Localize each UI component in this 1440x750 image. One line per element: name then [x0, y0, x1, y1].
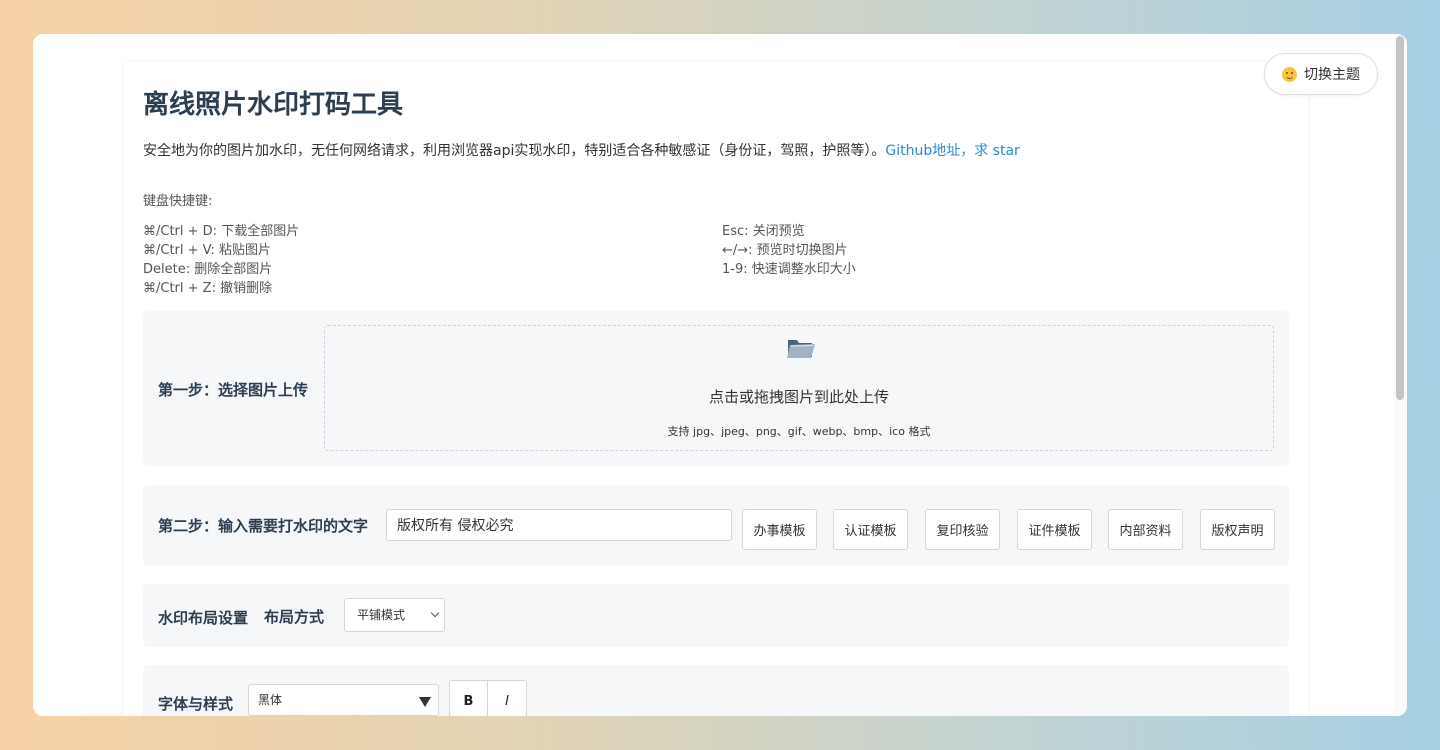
font-section: 字体与样式 黑体 B I [143, 665, 1289, 716]
theme-toggle-button[interactable]: 切换主题 [1264, 53, 1378, 95]
watermark-text-input[interactable] [386, 509, 732, 541]
step1-label: 第一步：选择图片上传 [158, 381, 309, 399]
upload-text: 点击或拖拽图片到此处上传 [708, 388, 889, 406]
main-card: 离线照片水印打码工具 安全地为你的图片加水印，无任何网络请求，利用浏览器api实… [124, 62, 1308, 716]
layout-mode-select[interactable]: 平铺模式 [344, 598, 445, 632]
page-description: 安全地为你的图片加水印，无任何网络请求，利用浏览器api实现水印，特别适合各种敏… [143, 140, 1020, 160]
shortcut-item: ←/→: 预览时切换图片 [722, 243, 848, 258]
italic-button[interactable]: I [488, 681, 526, 716]
upload-dropzone[interactable]: 点击或拖拽图片到此处上传 支持 jpg、jpeg、png、gif、webp、bm… [324, 325, 1274, 451]
step2-section: 第二步：输入需要打水印的文字 办事模板 认证模板 复印核验 证件模板 内部资料 … [143, 485, 1289, 566]
template-button[interactable]: 复印核验 [925, 509, 1000, 550]
font-family-value: 黑体 [258, 693, 283, 707]
layout-section: 水印布局设置 布局方式 平铺模式 [143, 584, 1289, 647]
shortcut-item: 1-9: 快速调整水印大小 [722, 262, 856, 277]
bold-button[interactable]: B [450, 681, 488, 716]
shortcut-item: ⌘/Ctrl + D: 下载全部图片 [143, 224, 300, 239]
step2-label: 第二步：输入需要打水印的文字 [158, 517, 369, 535]
page-title: 离线照片水印打码工具 [143, 90, 404, 120]
folder-icon [787, 340, 815, 358]
shortcuts-left-column: ⌘/Ctrl + D: 下载全部图片 ⌘/Ctrl + V: 粘贴图片 Dele… [143, 222, 299, 298]
layout-label: 水印布局设置 [158, 609, 249, 627]
chevron-down-icon [430, 608, 440, 618]
app-window: 离线照片水印打码工具 安全地为你的图片加水印，无任何网络请求，利用浏览器api实… [33, 34, 1407, 716]
font-label: 字体与样式 [158, 695, 234, 713]
template-button[interactable]: 版权声明 [1200, 509, 1275, 550]
smile-icon [1282, 66, 1297, 82]
font-style-group: B I [449, 680, 527, 716]
shortcut-item: Esc: 关闭预览 [722, 224, 805, 239]
template-button[interactable]: 认证模板 [833, 509, 908, 550]
scrollbar-thumb[interactable] [1396, 36, 1404, 400]
layout-mode-label: 布局方式 [264, 608, 325, 626]
font-family-select[interactable]: 黑体 [248, 684, 439, 716]
template-button[interactable]: 内部资料 [1108, 509, 1183, 550]
github-link[interactable]: Github地址，求 star [885, 143, 1019, 159]
shortcut-item: Delete: 删除全部图片 [143, 262, 273, 277]
shortcut-item: ⌘/Ctrl + V: 粘贴图片 [143, 243, 272, 258]
scrollbar[interactable] [1393, 34, 1407, 716]
step1-section: 第一步：选择图片上传 点击或拖拽图片到此处上传 支持 jpg、jpeg、png、… [143, 311, 1289, 466]
shortcuts-right-column: Esc: 关闭预览 ←/→: 预览时切换图片 1-9: 快速调整水印大小 [722, 222, 856, 279]
description-text: 安全地为你的图片加水印，无任何网络请求，利用浏览器api实现水印，特别适合各种敏… [143, 143, 886, 159]
shortcut-item: ⌘/Ctrl + Z: 撤销删除 [143, 281, 273, 296]
layout-mode-value: 平铺模式 [357, 608, 406, 622]
upload-formats: 支持 jpg、jpeg、png、gif、webp、bmp、ico 格式 [667, 425, 931, 438]
shortcuts-title: 键盘快捷键: [143, 194, 213, 209]
template-button[interactable]: 证件模板 [1017, 509, 1092, 550]
dropdown-arrow-icon [419, 697, 431, 707]
template-button[interactable]: 办事模板 [742, 509, 817, 550]
theme-toggle-label: 切换主题 [1304, 67, 1360, 83]
